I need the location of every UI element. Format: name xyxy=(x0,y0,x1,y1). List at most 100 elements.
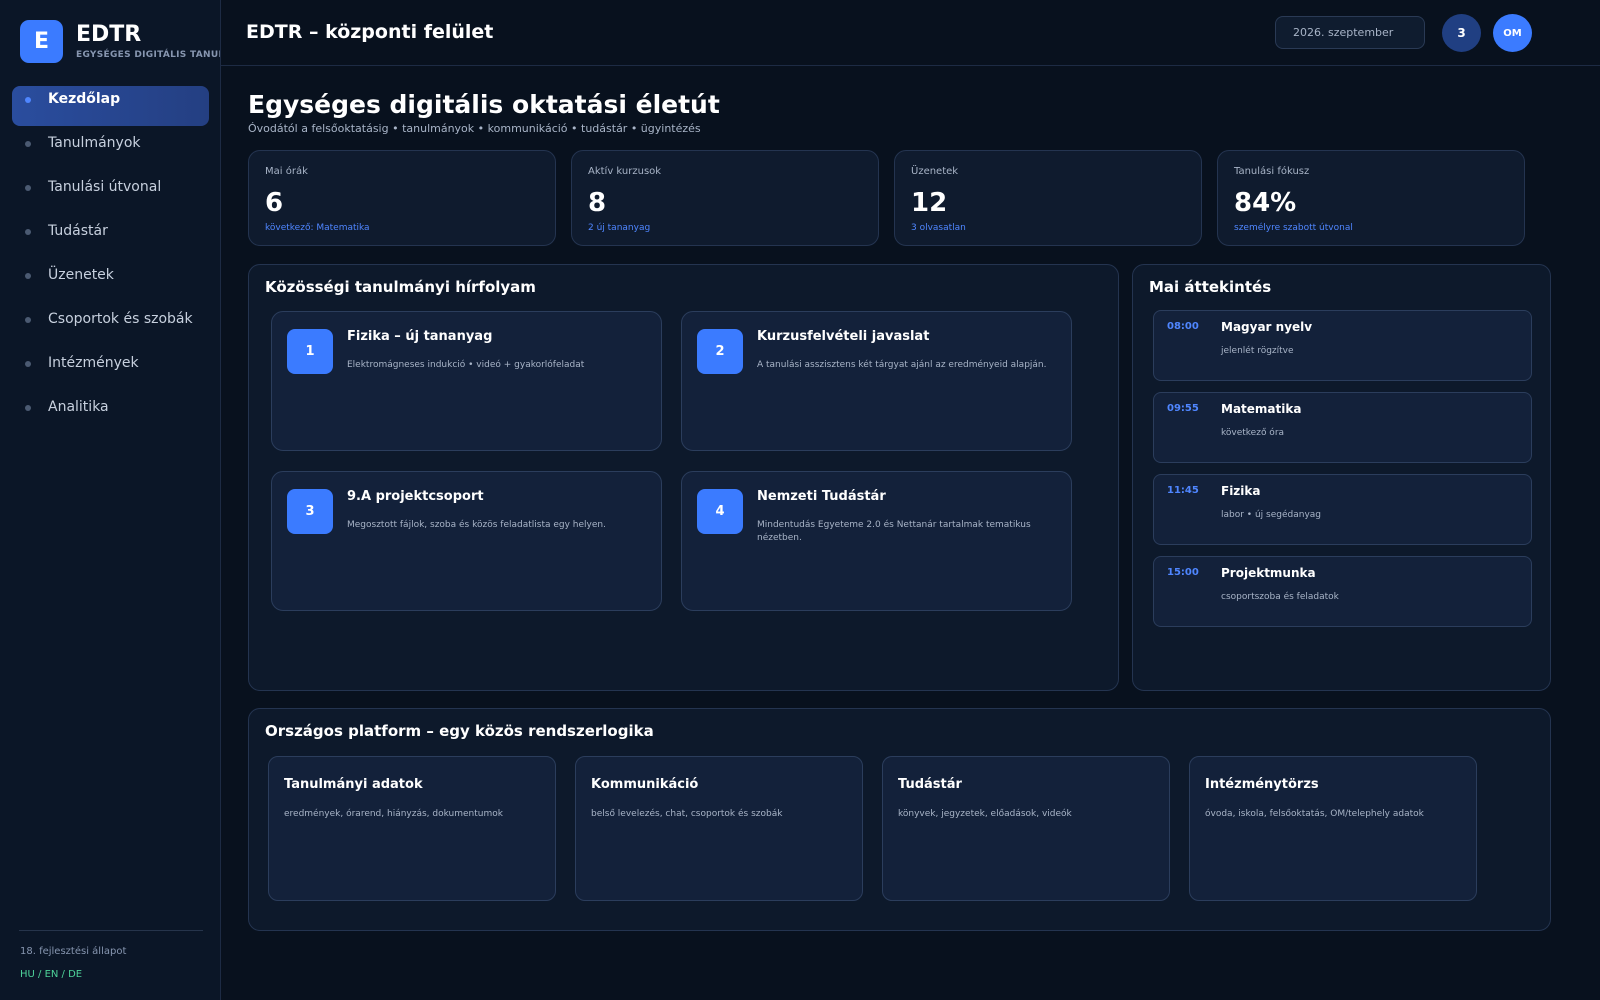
module-card-intezmenytorzs[interactable]: Intézménytörzs óvoda, iskola, felsőoktat… xyxy=(1189,756,1477,901)
sidebar-divider xyxy=(19,930,203,931)
sidebar-item-label: Intézmények xyxy=(48,355,139,371)
stat-label: Aktív kurzusok xyxy=(588,166,662,177)
schedule-sub: következő óra xyxy=(1221,428,1285,438)
schedule-item[interactable]: 08:00 Magyar nyelv jelenlét rögzítve xyxy=(1153,310,1532,381)
feed-item-desc: Megosztott fájlok, szoba és közös felada… xyxy=(347,520,606,530)
schedule-title: Fizika xyxy=(1221,484,1261,498)
feed-item-title: Nemzeti Tudástár xyxy=(757,489,886,504)
overview-panel-title: Mai áttekintés xyxy=(1149,278,1272,296)
stat-note: következő: Matematika xyxy=(265,223,370,233)
schedule-time: 08:00 xyxy=(1167,321,1199,332)
nav-dot-icon xyxy=(25,405,31,411)
nav-dot-icon xyxy=(25,361,31,367)
overview-panel: Mai áttekintés 08:00 Magyar nyelv jelenl… xyxy=(1132,264,1551,691)
schedule-time: 11:45 xyxy=(1167,485,1199,496)
platform-panel-title: Országos platform – egy közös rendszerlo… xyxy=(265,722,654,740)
page-title: Egységes digitális oktatási életút xyxy=(248,90,720,119)
stat-card-tanulasi-fokusz[interactable]: Tanulási fókusz 84% személyre szabott út… xyxy=(1217,150,1525,246)
stat-card-mai-orak[interactable]: Mai órák 6 következő: Matematika xyxy=(248,150,556,246)
nav-dot-icon xyxy=(25,185,31,191)
sidebar-item-tanulmanyok[interactable]: Tanulmányok xyxy=(12,130,209,170)
sidebar-item-analitika[interactable]: Analitika xyxy=(12,394,209,434)
nav-dot-icon xyxy=(25,141,31,147)
module-desc: belső levelezés, chat, csoportok és szob… xyxy=(591,809,783,819)
module-desc: óvoda, iskola, felsőoktatás, OM/telephel… xyxy=(1205,809,1424,819)
feed-item-number: 3 xyxy=(287,489,333,534)
schedule-title: Projektmunka xyxy=(1221,566,1316,580)
page-subtitle: Óvodától a felsőoktatásig • tanulmányok … xyxy=(248,122,701,135)
nav-dot-icon xyxy=(25,229,31,235)
sidebar-item-tanulasi-utvonal[interactable]: Tanulási útvonal xyxy=(12,174,209,214)
feed-item-title: Kurzusfelvételi javaslat xyxy=(757,329,930,344)
stat-value: 6 xyxy=(265,188,284,218)
dev-status: 18. fejlesztési állapot xyxy=(20,946,127,957)
feed-item-title: Fizika – új tananyag xyxy=(347,329,493,344)
date-selector[interactable]: 2026. szeptember xyxy=(1275,16,1425,49)
feed-item-number: 1 xyxy=(287,329,333,374)
sidebar-item-label: Tanulási útvonal xyxy=(48,179,162,195)
nav-dot-icon xyxy=(25,317,31,323)
feed-panel: Közösségi tanulmányi hírfolyam 1 Fizika … xyxy=(248,264,1119,691)
brand-logo: E xyxy=(20,20,63,63)
sidebar-item-csoportok[interactable]: Csoportok és szobák xyxy=(12,306,209,346)
module-card-tanulmanyi-adatok[interactable]: Tanulmányi adatok eredmények, órarend, h… xyxy=(268,756,556,901)
sidebar-item-uzenetek[interactable]: Üzenetek xyxy=(12,262,209,302)
sidebar-item-label: Tudástár xyxy=(48,223,108,239)
sidebar: E EDTR EGYSÉGES DIGITÁLIS TANULMÁNYI REN… xyxy=(0,0,221,1000)
stat-label: Mai órák xyxy=(265,166,308,177)
feed-item[interactable]: 1 Fizika – új tananyag Elektromágneses i… xyxy=(271,311,662,451)
schedule-item[interactable]: 15:00 Projektmunka csoportszoba és felad… xyxy=(1153,556,1532,627)
schedule-sub: jelenlét rögzítve xyxy=(1221,346,1294,356)
stat-note: 3 olvasatlan xyxy=(911,223,966,233)
feed-item[interactable]: 3 9.A projektcsoport Megosztott fájlok, … xyxy=(271,471,662,611)
feed-item-number: 4 xyxy=(697,489,743,534)
sidebar-nav: Kezdőlap Tanulmányok Tanulási útvonal Tu… xyxy=(12,86,209,438)
stat-card-uzenetek[interactable]: Üzenetek 12 3 olvasatlan xyxy=(894,150,1202,246)
module-title: Intézménytörzs xyxy=(1205,777,1319,792)
nav-dot-icon xyxy=(25,97,31,103)
feed-item[interactable]: 2 Kurzusfelvételi javaslat A tanulási as… xyxy=(681,311,1072,451)
language-switcher[interactable]: HU / EN / DE xyxy=(20,969,82,980)
schedule-item[interactable]: 11:45 Fizika labor • új segédanyag xyxy=(1153,474,1532,545)
sidebar-item-label: Kezdőlap xyxy=(48,91,121,107)
topbar-title: EDTR – központi felület xyxy=(246,21,494,43)
module-desc: könyvek, jegyzetek, előadások, videók xyxy=(898,809,1072,819)
feed-item-title: 9.A projektcsoport xyxy=(347,489,484,504)
notification-badge[interactable]: 3 xyxy=(1442,14,1481,52)
topbar: EDTR – központi felület 2026. szeptember… xyxy=(221,0,1600,66)
sidebar-item-tudastar[interactable]: Tudástár xyxy=(12,218,209,258)
schedule-item[interactable]: 09:55 Matematika következő óra xyxy=(1153,392,1532,463)
module-title: Tanulmányi adatok xyxy=(284,777,423,792)
feed-item-desc: Elektromágneses indukció • videó + gyako… xyxy=(347,360,585,370)
schedule-sub: labor • új segédanyag xyxy=(1221,510,1321,520)
stat-note: személyre szabott útvonal xyxy=(1234,223,1353,233)
schedule-sub: csoportszoba és feladatok xyxy=(1221,592,1339,602)
nav-dot-icon xyxy=(25,273,31,279)
sidebar-item-label: Tanulmányok xyxy=(48,135,141,151)
feed-item-desc: A tanulási asszisztens két tárgyat ajánl… xyxy=(757,360,1047,370)
brand[interactable]: E EDTR EGYSÉGES DIGITÁLIS TANULMÁNYI REN… xyxy=(20,20,220,64)
stat-card-aktiv-kurzusok[interactable]: Aktív kurzusok 8 2 új tananyag xyxy=(571,150,879,246)
sidebar-item-label: Analitika xyxy=(48,399,109,415)
stat-value: 84% xyxy=(1234,188,1297,218)
feed-item-number: 2 xyxy=(697,329,743,374)
schedule-time: 09:55 xyxy=(1167,403,1199,414)
schedule-title: Magyar nyelv xyxy=(1221,320,1313,334)
feed-panel-title: Közösségi tanulmányi hírfolyam xyxy=(265,278,536,296)
module-title: Kommunikáció xyxy=(591,777,699,792)
sidebar-item-intezmenyek[interactable]: Intézmények xyxy=(12,350,209,390)
stat-label: Üzenetek xyxy=(911,166,959,177)
sidebar-item-label: Üzenetek xyxy=(48,267,114,283)
module-title: Tudástár xyxy=(898,777,962,792)
feed-item[interactable]: 4 Nemzeti Tudástár Mindentudás Egyeteme … xyxy=(681,471,1072,611)
stat-label: Tanulási fókusz xyxy=(1234,166,1310,177)
stat-value: 8 xyxy=(588,188,607,218)
stat-value: 12 xyxy=(911,188,948,218)
module-card-tudastar[interactable]: Tudástár könyvek, jegyzetek, előadások, … xyxy=(882,756,1170,901)
brand-name: EDTR xyxy=(76,22,142,47)
sidebar-item-kezdolap[interactable]: Kezdőlap xyxy=(12,86,209,126)
avatar[interactable]: OM xyxy=(1493,14,1532,52)
brand-subtitle: EGYSÉGES DIGITÁLIS TANULMÁNYI RENDSZER xyxy=(76,50,220,60)
module-card-kommunikacio[interactable]: Kommunikáció belső levelezés, chat, csop… xyxy=(575,756,863,901)
stat-note: 2 új tananyag xyxy=(588,223,651,233)
